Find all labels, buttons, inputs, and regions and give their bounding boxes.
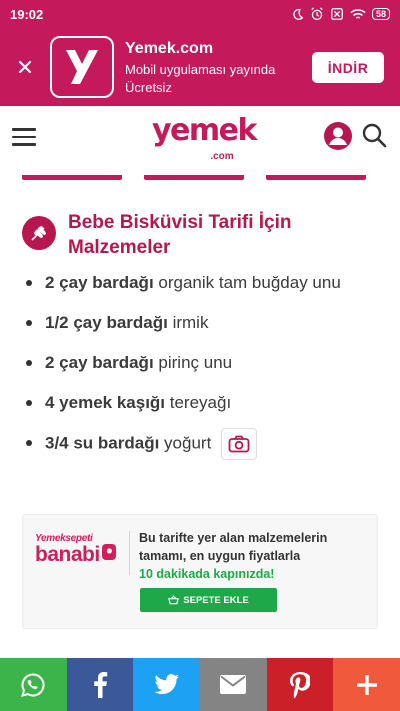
promo-line1: Bu tarifte yer alan malzemelerin tamamı,… bbox=[139, 531, 328, 563]
app-logo bbox=[50, 36, 114, 98]
camera-button[interactable] bbox=[221, 428, 258, 460]
pinterest-share-button[interactable] bbox=[266, 658, 334, 711]
promo-text: Bu tarifte yer alan malzemelerin tamamı,… bbox=[139, 529, 369, 583]
pinterest-icon bbox=[290, 671, 311, 698]
share-bar bbox=[0, 658, 400, 711]
tab-indicator[interactable] bbox=[266, 175, 366, 180]
whatsapp-share-button[interactable] bbox=[0, 658, 67, 711]
facebook-share-button[interactable] bbox=[66, 658, 134, 711]
battery-icon: 58 bbox=[371, 8, 390, 20]
wifi-icon bbox=[350, 8, 366, 19]
banabi-logo: Yemeksepeti banabi ⚫ bbox=[35, 533, 135, 566]
email-icon bbox=[220, 675, 247, 694]
camera-icon bbox=[228, 435, 250, 453]
install-button[interactable]: İNDİR bbox=[312, 52, 384, 83]
ingredient-quantity: 2 çay bardağı bbox=[45, 353, 154, 372]
promo-box: Yemeksepeti banabi ⚫ Bu tarifte yer alan … bbox=[22, 514, 378, 629]
list-item: 2 çay bardağı pirinç unu bbox=[26, 348, 376, 377]
site-header: yemek .com bbox=[0, 106, 400, 166]
brand-main: banabi ⚫ bbox=[35, 544, 135, 566]
email-share-button[interactable] bbox=[200, 658, 267, 711]
ingredient-name: organik tam buğday unu bbox=[153, 273, 341, 292]
user-icon[interactable] bbox=[323, 121, 353, 151]
bag-icon: ⚫ bbox=[101, 544, 117, 560]
facebook-icon bbox=[94, 671, 108, 698]
ingredient-name: pirinç unu bbox=[153, 353, 233, 372]
add-to-basket-button[interactable]: SEPETE EKLE bbox=[140, 588, 277, 612]
yemek-logo-icon bbox=[66, 50, 98, 84]
more-share-button[interactable] bbox=[333, 658, 400, 711]
ingredient-quantity: 2 çay bardağı bbox=[45, 273, 154, 292]
list-item: 4 yemek kaşığı tereyağı bbox=[26, 388, 376, 417]
alarm-icon bbox=[311, 7, 323, 21]
banner-title: Yemek.com bbox=[125, 40, 214, 57]
whatsapp-icon bbox=[21, 672, 45, 697]
list-item: 2 çay bardağı organik tam buğday unu bbox=[26, 268, 376, 297]
wheat-icon bbox=[22, 216, 56, 250]
ingredient-name: irmik bbox=[167, 313, 209, 332]
twitter-share-button[interactable] bbox=[133, 658, 201, 711]
list-item: 3/4 su bardağı yoğurt bbox=[26, 428, 376, 460]
status-bar: 19:02 58 bbox=[0, 0, 400, 28]
list-item: 1/2 çay bardağı irmik bbox=[26, 308, 376, 337]
promo-line2: 10 dakikada kapınızda! bbox=[139, 567, 275, 581]
status-icons: 58 bbox=[291, 7, 390, 21]
tab-indicator[interactable] bbox=[144, 175, 244, 180]
status-time: 19:02 bbox=[10, 6, 44, 22]
tab-strip bbox=[0, 175, 400, 181]
menu-icon[interactable] bbox=[12, 128, 36, 146]
twitter-icon bbox=[154, 673, 179, 694]
ingredient-name: tereyağı bbox=[165, 393, 232, 412]
moon-icon bbox=[293, 8, 304, 20]
search-icon[interactable] bbox=[361, 122, 387, 148]
button-label: SEPETE EKLE bbox=[183, 594, 249, 606]
close-icon[interactable] bbox=[14, 56, 36, 78]
ingredient-quantity: 4 yemek kaşığı bbox=[45, 393, 166, 412]
basket-icon bbox=[168, 595, 180, 605]
site-logo[interactable]: yemek .com bbox=[152, 113, 257, 162]
ingredients-title: Bebe Bisküvisi Tarifi İçin Malzemeler bbox=[68, 212, 292, 258]
divider bbox=[129, 531, 130, 575]
battery-saver-icon bbox=[331, 8, 343, 20]
ingredients-list: 2 çay bardağı organik tam buğday unu 1/2… bbox=[26, 268, 376, 471]
logo-text: yemek bbox=[152, 113, 257, 148]
ingredient-name: yoğurt bbox=[159, 433, 212, 453]
plus-icon bbox=[356, 674, 377, 695]
ingredient-quantity: 3/4 su bardağı bbox=[45, 433, 160, 453]
tab-indicator[interactable] bbox=[22, 175, 122, 180]
banner-subtitle: Mobil uygulaması yayında Ücretsiz bbox=[125, 62, 276, 95]
ingredient-quantity: 1/2 çay bardağı bbox=[45, 313, 168, 332]
logo-sub: .com bbox=[210, 151, 234, 162]
app-banner: Yemek.com Mobil uygulaması yayında Ücret… bbox=[0, 28, 400, 106]
